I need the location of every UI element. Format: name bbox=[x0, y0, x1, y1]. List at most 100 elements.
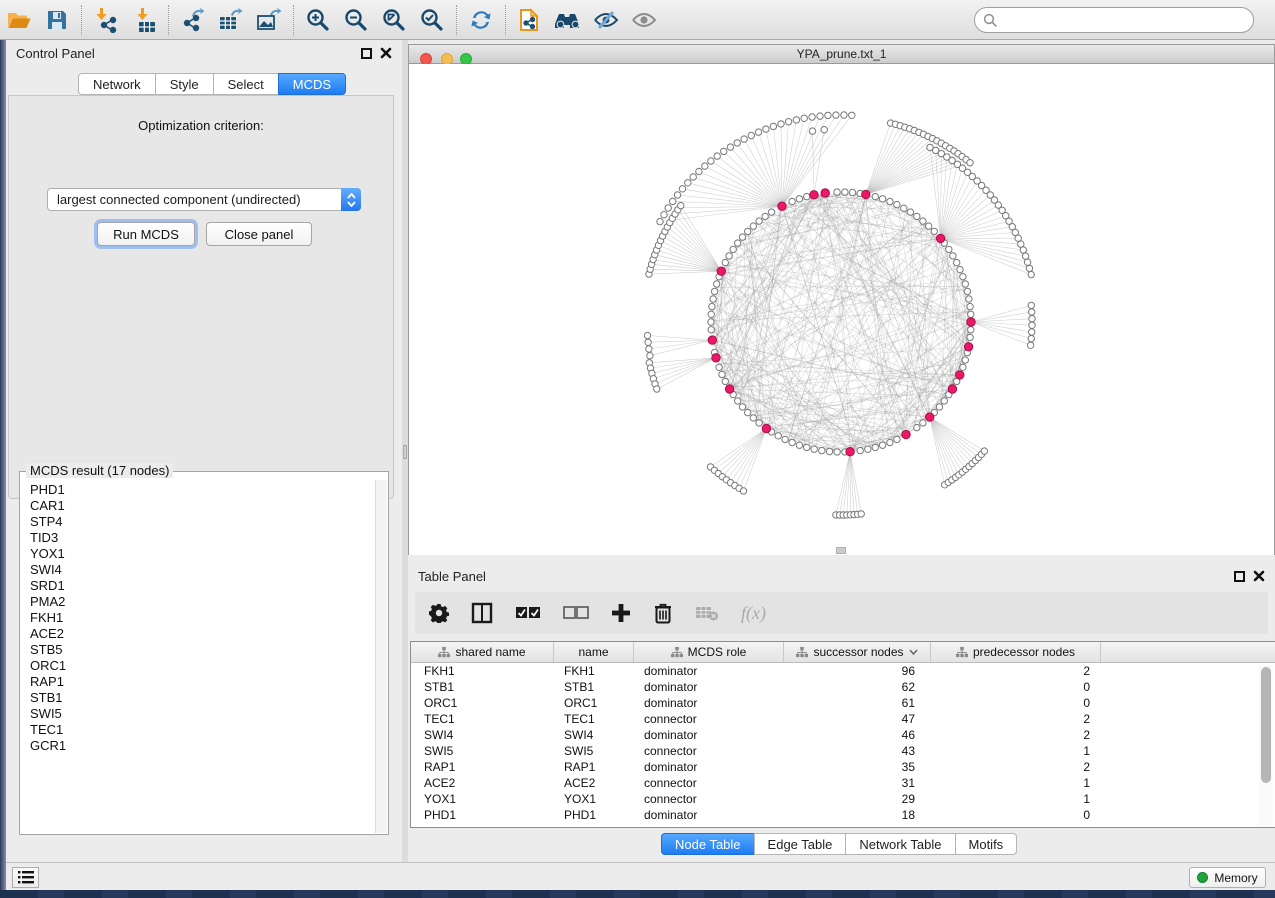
mcds-result-item[interactable]: STB5 bbox=[30, 642, 375, 658]
cell-predecessor_nodes: 2 bbox=[931, 760, 1101, 774]
mcds-result-item[interactable]: CAR1 bbox=[30, 498, 375, 514]
table-row[interactable]: YOX1YOX1connector291 bbox=[411, 791, 1275, 807]
mcds-result-item[interactable]: FKH1 bbox=[30, 610, 375, 626]
table-scrollbar-thumb[interactable] bbox=[1261, 667, 1271, 783]
mcds-result-item[interactable]: GCR1 bbox=[30, 738, 375, 754]
mcds-result-item[interactable]: SRD1 bbox=[30, 578, 375, 594]
columns-icon bbox=[471, 602, 493, 624]
memory-button[interactable]: Memory bbox=[1189, 867, 1266, 888]
column-header-shared-name[interactable]: shared name bbox=[411, 642, 554, 662]
column-header-predecessor-nodes[interactable]: predecessor nodes bbox=[931, 642, 1101, 662]
float-panel-icon[interactable] bbox=[1234, 571, 1245, 582]
column-header-name[interactable]: name bbox=[554, 642, 634, 662]
refresh-button[interactable] bbox=[462, 3, 500, 37]
table-row[interactable]: STB1STB1dominator620 bbox=[411, 679, 1275, 695]
horizontal-splitter-handle[interactable] bbox=[836, 547, 846, 554]
export-network-button[interactable] bbox=[174, 3, 212, 37]
network-window-titlebar[interactable]: YPA_prune.txt_1 bbox=[408, 44, 1275, 64]
tab-edge-table[interactable]: Edge Table bbox=[754, 833, 846, 855]
zoom-in-button[interactable] bbox=[299, 3, 337, 37]
mcds-result-item[interactable]: STB1 bbox=[30, 690, 375, 706]
mcds-result-item[interactable]: ACE2 bbox=[30, 626, 375, 642]
search-input[interactable] bbox=[998, 10, 1253, 30]
select-all-button[interactable] bbox=[515, 606, 541, 620]
show-graphics-details-button[interactable] bbox=[625, 3, 663, 37]
close-panel-button[interactable]: Close panel bbox=[206, 222, 312, 246]
mcds-result-item[interactable]: ORC1 bbox=[30, 658, 375, 674]
table-row[interactable]: FKH1FKH1dominator962 bbox=[411, 663, 1275, 679]
control-panel: Control Panel NetworkStyleSelectMCDS Opt… bbox=[6, 40, 402, 862]
memory-label: Memory bbox=[1214, 871, 1257, 885]
mcds-result-item[interactable]: YOX1 bbox=[30, 546, 375, 562]
table-row[interactable]: PHD1PHD1dominator180 bbox=[411, 807, 1275, 823]
float-panel-icon[interactable] bbox=[361, 48, 372, 59]
refresh-icon bbox=[468, 7, 494, 33]
table-row[interactable]: ACE2ACE2connector311 bbox=[411, 775, 1275, 791]
mcds-list-scrollbar[interactable] bbox=[375, 480, 387, 833]
tab-network[interactable]: Network bbox=[78, 73, 155, 95]
create-column-button[interactable] bbox=[611, 603, 631, 623]
close-panel-icon[interactable] bbox=[1253, 570, 1265, 582]
column-header-MCDS-role[interactable]: MCDS role bbox=[634, 642, 784, 662]
table-row[interactable]: TEC1TEC1connector472 bbox=[411, 711, 1275, 727]
show-columns-button[interactable] bbox=[471, 602, 493, 624]
cell-shared_name: FKH1 bbox=[411, 664, 554, 678]
tab-mcds[interactable]: MCDS bbox=[278, 73, 346, 95]
table-row[interactable]: ORC1ORC1dominator610 bbox=[411, 695, 1275, 711]
tab-node-table[interactable]: Node Table bbox=[661, 833, 754, 855]
splitter-handle[interactable] bbox=[403, 445, 407, 459]
zoom-selected-button[interactable] bbox=[413, 3, 451, 37]
delete-column-button[interactable] bbox=[653, 602, 673, 624]
cell-shared_name: STB1 bbox=[411, 680, 554, 694]
export-image-button[interactable] bbox=[250, 3, 288, 37]
tab-motifs[interactable]: Motifs bbox=[955, 833, 1018, 855]
run-mcds-button[interactable]: Run MCDS bbox=[97, 222, 195, 246]
table-row[interactable]: SWI5SWI5connector431 bbox=[411, 743, 1275, 759]
open-file-button[interactable] bbox=[0, 3, 38, 37]
delete-table-icon bbox=[695, 604, 719, 622]
tab-style[interactable]: Style bbox=[155, 73, 213, 95]
toolbar-search-box[interactable] bbox=[974, 7, 1254, 33]
cell-shared_name: PHD1 bbox=[411, 808, 554, 822]
network-view-canvas[interactable] bbox=[408, 64, 1275, 555]
column-header-label: successor nodes bbox=[813, 645, 903, 659]
control-panel-tabs: NetworkStyleSelectMCDS bbox=[78, 73, 346, 95]
mcds-result-item[interactable]: SWI4 bbox=[30, 562, 375, 578]
column-header-successor-nodes[interactable]: successor nodes bbox=[784, 642, 931, 662]
zoom-fit-button[interactable] bbox=[375, 3, 413, 37]
table-settings-button[interactable] bbox=[429, 603, 449, 623]
mcds-result-item[interactable]: PHD1 bbox=[30, 482, 375, 498]
mcds-result-item[interactable]: STP4 bbox=[30, 514, 375, 530]
deselect-all-button[interactable] bbox=[563, 606, 589, 620]
zoom-out-button[interactable] bbox=[337, 3, 375, 37]
ui-settings-button[interactable] bbox=[12, 867, 39, 888]
mcds-result-item[interactable]: TID3 bbox=[30, 530, 375, 546]
import-network-button[interactable] bbox=[87, 3, 125, 37]
network-file-button[interactable] bbox=[511, 3, 549, 37]
table-scrollbar[interactable] bbox=[1259, 665, 1273, 825]
import-table-button[interactable] bbox=[125, 3, 163, 37]
table-row[interactable]: RAP1RAP1dominator352 bbox=[411, 759, 1275, 775]
cell-successor_nodes: 61 bbox=[784, 696, 931, 710]
cell-mcds_role: connector bbox=[634, 712, 784, 726]
mcds-result-item[interactable]: PMA2 bbox=[30, 594, 375, 610]
mcds-result-item[interactable]: SWI5 bbox=[30, 706, 375, 722]
mcds-result-item[interactable]: RAP1 bbox=[30, 674, 375, 690]
export-table-button[interactable] bbox=[212, 3, 250, 37]
table-row[interactable]: SWI4SWI4dominator462 bbox=[411, 727, 1275, 743]
zoom-selected-icon bbox=[419, 7, 445, 33]
criterion-select[interactable]: largest connected component (undirected) bbox=[47, 188, 361, 211]
close-panel-icon[interactable] bbox=[380, 47, 392, 59]
search-networks-button[interactable] bbox=[549, 3, 587, 37]
table-toolbar: f(x) bbox=[415, 592, 1268, 634]
tab-network-table[interactable]: Network Table bbox=[845, 833, 954, 855]
tab-select[interactable]: Select bbox=[213, 73, 278, 95]
cell-mcds_role: dominator bbox=[634, 728, 784, 742]
mcds-result-item[interactable]: TEC1 bbox=[30, 722, 375, 738]
cell-mcds_role: connector bbox=[634, 776, 784, 790]
hide-graphics-details-button[interactable] bbox=[587, 3, 625, 37]
mcds-result-list[interactable]: PHD1CAR1STP4TID3YOX1SWI4SRD1PMA2FKH1ACE2… bbox=[21, 480, 375, 833]
cell-name: TEC1 bbox=[554, 712, 634, 726]
cell-mcds_role: connector bbox=[634, 744, 784, 758]
save-session-button[interactable] bbox=[38, 3, 76, 37]
